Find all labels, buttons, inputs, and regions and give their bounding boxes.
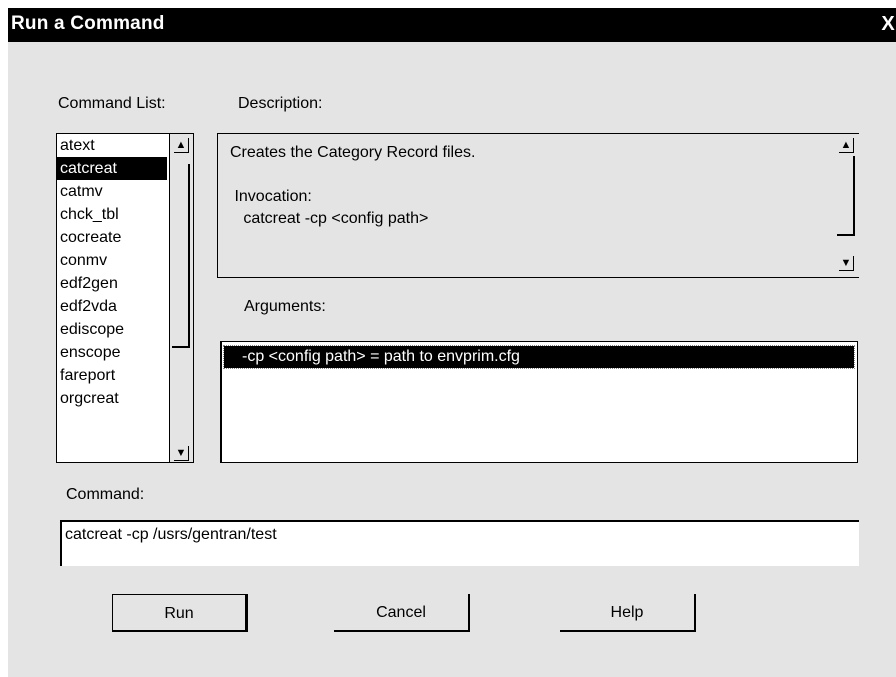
title-bar: Run a Command X xyxy=(8,8,896,42)
scroll-down-icon[interactable]: ▼ xyxy=(839,256,854,271)
close-icon[interactable]: X xyxy=(878,13,896,35)
command-list-item[interactable]: orgcreat xyxy=(57,387,167,410)
command-list-item[interactable]: chck_tbl xyxy=(57,203,167,226)
command-list-scrollbar[interactable]: ▲ ▼ xyxy=(169,134,193,462)
arguments-label: Arguments: xyxy=(244,298,326,315)
command-list-label: Command List: xyxy=(58,95,166,112)
command-input[interactable]: catcreat -cp /usrs/gentran/test xyxy=(60,520,859,566)
command-list-item[interactable]: enscope xyxy=(57,341,167,364)
command-list-item[interactable]: conmv xyxy=(57,249,167,272)
scroll-down-icon[interactable]: ▼ xyxy=(174,446,189,461)
run-command-dialog: Run a Command X Command List: Descriptio… xyxy=(8,8,896,677)
scroll-thumb[interactable] xyxy=(837,156,855,236)
run-button[interactable]: Run xyxy=(112,594,248,632)
scroll-up-icon[interactable]: ▲ xyxy=(839,138,854,153)
description-box: Creates the Category Record files. Invoc… xyxy=(217,133,859,278)
arguments-list[interactable]: -cp <config path> = path to envprim.cfg xyxy=(220,341,858,463)
description-scrollbar[interactable]: ▲ ▼ xyxy=(835,134,859,277)
command-list-item[interactable]: catcreat xyxy=(57,157,167,180)
command-list-item[interactable]: catmv xyxy=(57,180,167,203)
description-label: Description: xyxy=(238,95,323,112)
command-list[interactable]: atext catcreat catmv chck_tbl cocreate conmv e… xyxy=(56,133,194,463)
command-list-item[interactable]: edf2gen xyxy=(57,272,167,295)
command-list-item[interactable]: cocreate xyxy=(57,226,167,249)
argument-row[interactable]: -cp <config path> = path to envprim.cfg xyxy=(223,345,855,369)
command-list-items: atext catcreat catmv chck_tbl cocreate conmv e… xyxy=(57,134,167,410)
help-button[interactable]: Help xyxy=(560,594,696,632)
command-list-item[interactable]: fareport xyxy=(57,364,167,387)
window-title: Run a Command xyxy=(11,13,165,34)
cancel-button[interactable]: Cancel xyxy=(334,594,470,632)
command-list-item[interactable]: ediscope xyxy=(57,318,167,341)
command-list-item[interactable]: edf2vda xyxy=(57,295,167,318)
description-text: Creates the Category Record files. Invoc… xyxy=(230,144,476,227)
command-list-item[interactable]: atext xyxy=(57,134,167,157)
command-label: Command: xyxy=(66,486,145,503)
scroll-up-icon[interactable]: ▲ xyxy=(174,138,189,153)
scroll-thumb[interactable] xyxy=(172,164,190,348)
